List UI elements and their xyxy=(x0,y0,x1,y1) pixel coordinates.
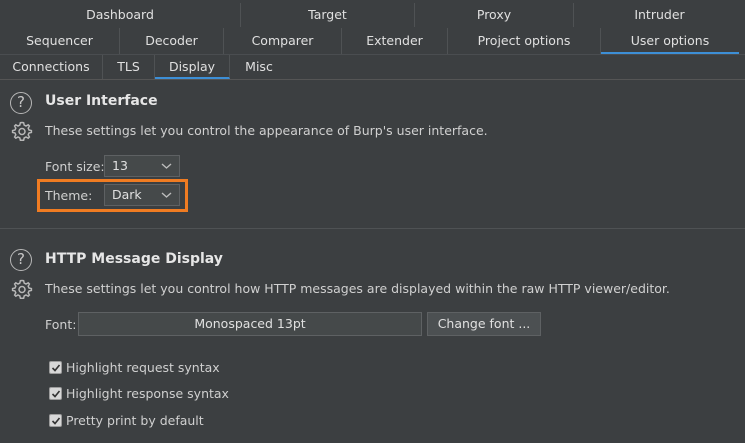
subtab-tls[interactable]: TLS xyxy=(103,55,155,79)
tab-decoder[interactable]: Decoder xyxy=(120,28,224,54)
highlight-request-checkbox[interactable] xyxy=(49,361,62,374)
chevron-down-icon xyxy=(161,163,172,169)
checkmark-icon xyxy=(51,417,61,425)
subtab-misc[interactable]: Misc xyxy=(230,55,288,79)
gear-icon[interactable] xyxy=(10,277,34,301)
tab-sequencer[interactable]: Sequencer xyxy=(0,28,120,54)
tab-project-options[interactable]: Project options xyxy=(448,28,601,54)
tab-intruder[interactable]: Intruder xyxy=(574,3,745,27)
tab-comparer[interactable]: Comparer xyxy=(224,28,342,54)
tab-target[interactable]: Target xyxy=(241,3,415,27)
help-icon[interactable]: ? xyxy=(10,249,32,271)
user-interface-description: These settings let you control the appea… xyxy=(45,123,488,138)
tab-extender[interactable]: Extender xyxy=(342,28,448,54)
highlight-response-checkbox[interactable] xyxy=(49,387,62,400)
checkmark-icon xyxy=(51,364,61,372)
change-font-button[interactable]: Change font ... xyxy=(427,312,541,336)
checkmark-icon xyxy=(51,390,61,398)
font-label: Font: xyxy=(45,317,77,332)
font-size-label: Font size: xyxy=(45,159,105,174)
main-tabs-row-2: Sequencer Decoder Comparer Extender Proj… xyxy=(0,28,745,55)
tab-dashboard[interactable]: Dashboard xyxy=(0,3,241,27)
font-display-field: Monospaced 13pt xyxy=(78,312,422,336)
subtab-display[interactable]: Display xyxy=(155,55,230,79)
tab-proxy[interactable]: Proxy xyxy=(415,3,574,27)
subtab-connections[interactable]: Connections xyxy=(0,55,103,79)
subtabs-row: Connections TLS Display Misc xyxy=(0,55,745,80)
theme-label: Theme: xyxy=(45,188,93,203)
theme-select[interactable]: Dark xyxy=(104,184,180,206)
highlight-response-label: Highlight response syntax xyxy=(66,386,229,401)
chevron-down-icon xyxy=(161,192,172,198)
user-interface-title: User Interface xyxy=(45,93,158,109)
pretty-print-checkbox[interactable] xyxy=(49,414,62,427)
http-display-description: These settings let you control how HTTP … xyxy=(45,281,670,296)
highlight-request-label: Highlight request syntax xyxy=(66,360,220,375)
theme-value: Dark xyxy=(112,187,142,202)
font-size-value: 13 xyxy=(112,158,128,173)
help-icon[interactable]: ? xyxy=(10,92,32,114)
font-size-select[interactable]: 13 xyxy=(104,155,180,177)
http-display-title: HTTP Message Display xyxy=(45,251,223,267)
section-divider xyxy=(0,228,745,229)
tab-user-options[interactable]: User options xyxy=(601,28,739,54)
pretty-print-label: Pretty print by default xyxy=(66,413,204,428)
gear-icon[interactable] xyxy=(10,119,34,143)
main-tabs-row-1: Dashboard Target Proxy Intruder xyxy=(0,3,745,27)
